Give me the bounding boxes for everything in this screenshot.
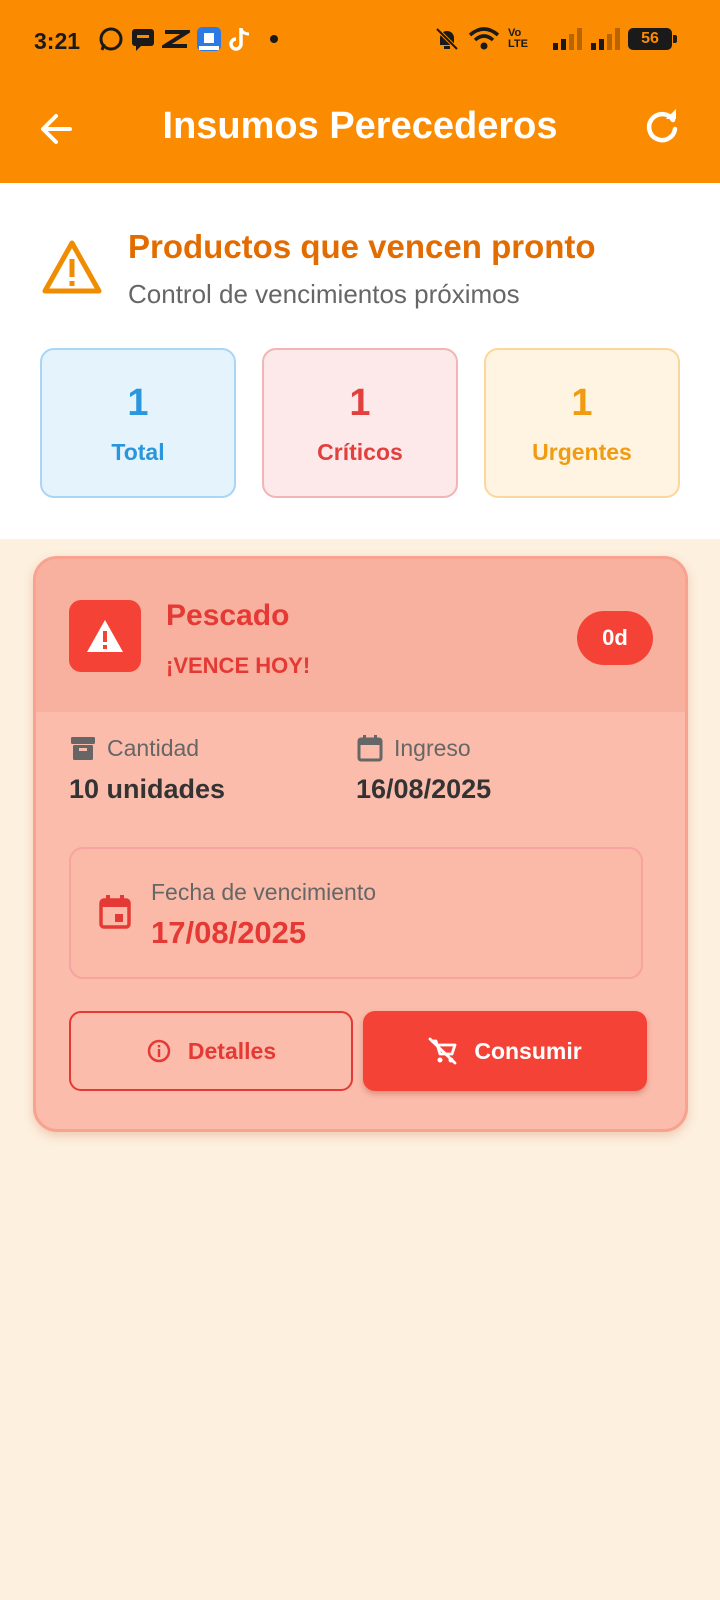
status-time: 3:21 <box>34 28 81 54</box>
stat-critical-label: Críticos <box>317 439 403 465</box>
product-card[interactable]: Pescado ¡VENCE HOY! 0d Cantidad 10 unida… <box>33 556 688 1132</box>
details-button-label: Detalles <box>187 1037 277 1064</box>
consume-button-label: Consumir <box>474 1037 582 1064</box>
quantity-label: Cantidad <box>107 734 200 761</box>
stat-total-value: 1 <box>127 382 149 424</box>
stat-critical: 1 Críticos <box>262 348 458 498</box>
details-button[interactable]: Detalles <box>69 1011 353 1091</box>
calendar-icon <box>357 735 383 762</box>
app-icon <box>197 27 221 51</box>
info-icon <box>147 1039 171 1063</box>
expiry-label: Fecha de vencimiento <box>151 879 377 905</box>
warning-badge <box>69 600 141 672</box>
whatsapp-icon <box>99 27 123 51</box>
summary-subtitle: Control de vencimientos próximos <box>128 279 520 309</box>
refresh-icon[interactable] <box>642 107 682 147</box>
battery-indicator: 56 <box>628 28 677 50</box>
warning-icon <box>42 240 102 294</box>
status-right: Vo LTE 56 <box>434 26 677 52</box>
consume-button[interactable]: Consumir <box>363 1011 647 1091</box>
app-bar: Insumos Perecederos <box>0 95 720 165</box>
bell-off-icon <box>435 27 459 51</box>
warning-icon <box>87 620 123 652</box>
messenger-icon <box>132 29 154 51</box>
days-left-badge: 0d <box>577 611 653 665</box>
product-status: ¡VENCE HOY! <box>166 653 311 678</box>
calendar-icon <box>99 895 131 929</box>
capcut-icon <box>162 30 190 48</box>
volte-label: Vo LTE <box>508 27 528 50</box>
page-title: Insumos Perecederos <box>162 105 558 147</box>
top-bar: 3:21 Vo LTE 56 Insumos Perecederos <box>0 0 720 183</box>
stat-total: 1 Total <box>40 348 236 498</box>
wifi-icon <box>468 27 500 50</box>
stat-urgent-label: Urgentes <box>532 439 632 465</box>
summary-title: Productos que vencen pronto <box>128 228 596 265</box>
stat-total-label: Total <box>111 439 165 465</box>
signal-icon <box>553 28 582 50</box>
cart-off-icon <box>428 1037 457 1065</box>
quantity-label-row: Cantidad <box>69 734 199 762</box>
entry-label-row: Ingreso <box>356 734 471 762</box>
summary-section: Productos que vencen pronto Control de v… <box>0 183 720 539</box>
stat-urgent: 1 Urgentes <box>484 348 680 498</box>
expiry-box: Fecha de vencimiento 17/08/2025 <box>69 847 643 979</box>
archive-icon <box>71 737 95 760</box>
entry-value: 16/08/2025 <box>356 774 492 804</box>
stat-critical-value: 1 <box>349 382 371 424</box>
status-bar: 3:21 Vo LTE 56 <box>0 18 720 66</box>
quantity-value: 10 unidades <box>69 774 226 804</box>
status-app-icons <box>98 26 278 52</box>
more-notifications-dot <box>270 35 278 43</box>
product-card-header: Pescado ¡VENCE HOY! 0d <box>36 559 685 712</box>
product-name: Pescado <box>166 599 290 632</box>
expiry-value: 17/08/2025 <box>151 915 307 950</box>
tiktok-icon <box>229 28 250 51</box>
signal-icon-2 <box>591 28 620 50</box>
stat-urgent-value: 1 <box>571 382 593 424</box>
entry-label: Ingreso <box>394 734 471 761</box>
